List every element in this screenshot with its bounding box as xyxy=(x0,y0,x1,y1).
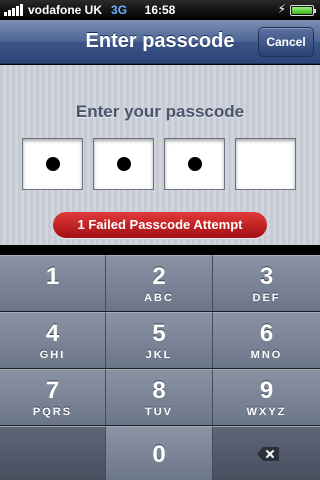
key-number: 7 xyxy=(45,377,60,404)
passcode-fields xyxy=(22,138,296,190)
passcode-prompt: Enter your passcode xyxy=(75,102,245,121)
key-number: 5 xyxy=(152,320,166,347)
key-number: 6 xyxy=(259,320,274,347)
key-number: 2 xyxy=(152,263,166,290)
key-number: 4 xyxy=(45,320,60,347)
key-7[interactable]: 7 PQRS xyxy=(0,369,106,425)
key-9[interactable]: 9 WXYZ xyxy=(213,369,320,425)
key-blank xyxy=(0,426,106,480)
key-number: 1 xyxy=(45,263,60,290)
key-6[interactable]: 6 MNO xyxy=(213,312,320,368)
key-5[interactable]: 5 JKL xyxy=(106,312,213,368)
key-letters: DEF xyxy=(252,292,281,304)
failed-attempt-badge: 1 Failed Passcode Attempt xyxy=(53,212,267,238)
cancel-button[interactable]: Cancel xyxy=(258,27,314,57)
key-0[interactable]: 0 xyxy=(106,426,213,480)
key-4[interactable]: 4 GHI xyxy=(0,312,106,368)
key-letters: PQRS xyxy=(32,406,73,418)
backspace-icon xyxy=(257,447,279,461)
key-letters: GHI xyxy=(39,349,66,361)
key-letters: ABC xyxy=(144,292,174,304)
key-1[interactable]: 1 xyxy=(0,255,106,311)
numeric-keypad: 1 2 ABC 3 DEF 4 GHI 5 JKL 6 MNO 7 PQRS 8 TUV 9 W… xyxy=(0,255,320,480)
key-number: 9 xyxy=(259,377,274,404)
backspace-key[interactable] xyxy=(213,426,320,480)
key-8[interactable]: 8 TUV xyxy=(106,369,213,425)
status-bar: vodafone UK 3G 16:58 ⚡ xyxy=(0,0,320,20)
passcode-digit-box xyxy=(93,138,154,190)
passcode-digit-box xyxy=(235,138,296,190)
passcode-digit-box xyxy=(164,138,225,190)
battery-icon xyxy=(290,5,316,16)
charging-icon: ⚡ xyxy=(277,2,286,16)
key-letters: WXYZ xyxy=(246,406,287,418)
passcode-dot xyxy=(116,157,131,171)
key-letters: TUV xyxy=(145,406,173,418)
key-letters: JKL xyxy=(145,349,173,361)
key-3[interactable]: 3 DEF xyxy=(213,255,320,311)
key-number: 3 xyxy=(259,263,274,290)
key-number: 0 xyxy=(152,441,166,468)
key-letters: MNO xyxy=(250,349,283,361)
passcode-digit-box xyxy=(22,138,83,190)
key-number: 8 xyxy=(152,377,166,404)
passcode-dot xyxy=(187,157,202,171)
status-time: 16:58 xyxy=(144,3,176,17)
navigation-bar: Enter passcode Cancel xyxy=(0,20,320,64)
passcode-dot xyxy=(45,157,60,171)
passcode-panel: Enter your passcode 1 Failed Passcode At… xyxy=(0,65,320,245)
key-2[interactable]: 2 ABC xyxy=(106,255,213,311)
